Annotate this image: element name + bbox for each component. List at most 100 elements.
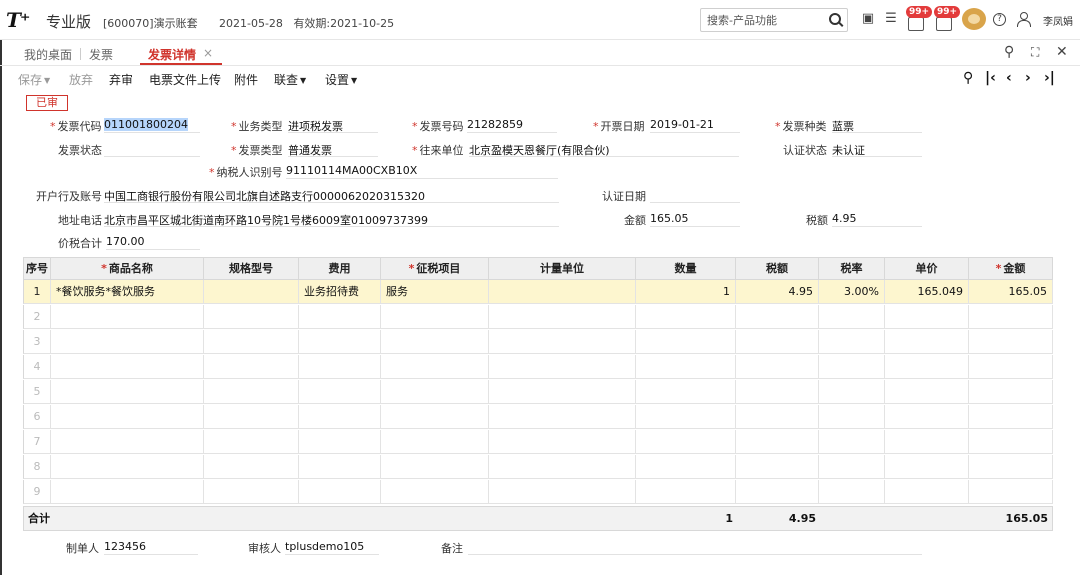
- cell-tax-rate[interactable]: [819, 305, 885, 329]
- cell-unit[interactable]: [489, 430, 636, 454]
- table-row[interactable]: 6: [23, 405, 1053, 429]
- biz-type-field[interactable]: 进项税发票: [288, 118, 378, 133]
- cell-qty[interactable]: [636, 405, 736, 429]
- table-row[interactable]: 9: [23, 480, 1053, 504]
- cell-tax[interactable]: [736, 480, 819, 504]
- cell-tax[interactable]: [736, 330, 819, 354]
- cell-tax-item[interactable]: [381, 430, 489, 454]
- invoice-status-field[interactable]: [104, 142, 200, 157]
- cell-seq[interactable]: 1: [24, 280, 51, 304]
- remark-field[interactable]: [468, 540, 922, 555]
- cell-qty[interactable]: [636, 305, 736, 329]
- cell-tax-item[interactable]: [381, 480, 489, 504]
- close-tab-icon[interactable]: ×: [203, 46, 213, 60]
- cell-product[interactable]: [51, 405, 204, 429]
- cell-product[interactable]: [51, 330, 204, 354]
- cell-unit[interactable]: [489, 305, 636, 329]
- table-row[interactable]: 7: [23, 430, 1053, 454]
- close-window-icon[interactable]: ✕: [1056, 44, 1068, 60]
- search-box[interactable]: [700, 8, 848, 32]
- cell-qty[interactable]: [636, 430, 736, 454]
- cell-unit[interactable]: [489, 455, 636, 479]
- cell-qty[interactable]: [636, 330, 736, 354]
- cell-tax-rate[interactable]: [819, 480, 885, 504]
- partner-field[interactable]: 北京盈模天恩餐厅(有限合伙): [469, 142, 739, 157]
- cell-expense[interactable]: [299, 305, 381, 329]
- column-header-unit-price[interactable]: 单价: [885, 258, 969, 281]
- cell-unit-price[interactable]: [885, 380, 969, 404]
- cell-expense[interactable]: 业务招待费: [299, 280, 381, 304]
- cell-unit-price[interactable]: [885, 305, 969, 329]
- query-button[interactable]: 联查 ▼: [274, 71, 306, 88]
- cell-product[interactable]: [51, 480, 204, 504]
- cell-product[interactable]: [51, 455, 204, 479]
- cell-unit-price[interactable]: [885, 455, 969, 479]
- cell-tax[interactable]: [736, 405, 819, 429]
- taxpayer-id-field[interactable]: 91110114MA00CXB10X: [286, 164, 558, 179]
- todo-icon[interactable]: 99+: [934, 6, 961, 34]
- column-header-unit[interactable]: 计量单位: [489, 258, 636, 281]
- cell-expense[interactable]: [299, 480, 381, 504]
- next-record-icon[interactable]: ›: [1025, 70, 1031, 86]
- discard-button[interactable]: 放弃: [69, 71, 93, 88]
- settings-button[interactable]: 设置 ▼: [325, 71, 357, 88]
- cell-tax-item[interactable]: [381, 355, 489, 379]
- invoice-no-field[interactable]: 21282859: [467, 118, 557, 133]
- cell-amount[interactable]: [969, 380, 1053, 404]
- first-record-icon[interactable]: |‹: [985, 70, 996, 86]
- cell-tax-rate[interactable]: [819, 355, 885, 379]
- cell-unit-price[interactable]: [885, 480, 969, 504]
- cell-seq[interactable]: 4: [24, 355, 51, 379]
- column-header-tax[interactable]: 税额: [736, 258, 819, 281]
- cell-unit[interactable]: [489, 405, 636, 429]
- cell-unit-price[interactable]: [885, 330, 969, 354]
- cell-unit-price[interactable]: [885, 430, 969, 454]
- cert-status-field[interactable]: 未认证: [832, 142, 922, 157]
- issue-date-field[interactable]: 2019-01-21: [650, 118, 740, 133]
- task-list-icon[interactable]: ☰: [884, 12, 898, 26]
- cell-expense[interactable]: [299, 355, 381, 379]
- cell-amount[interactable]: [969, 330, 1053, 354]
- table-row[interactable]: 4: [23, 355, 1053, 379]
- table-row[interactable]: 5: [23, 380, 1053, 404]
- column-header-amount[interactable]: * 金额: [969, 258, 1053, 281]
- bank-field[interactable]: 中国工商银行股份有限公司北旗自述路支行0000062020315320: [104, 188, 559, 203]
- tab-invoice-detail[interactable]: 发票详情: [148, 46, 196, 63]
- cell-tax[interactable]: [736, 305, 819, 329]
- cell-unit[interactable]: [489, 280, 636, 304]
- cell-tax-rate[interactable]: 3.00%: [819, 280, 885, 304]
- cell-expense[interactable]: [299, 330, 381, 354]
- column-header-product[interactable]: * 商品名称: [51, 258, 204, 281]
- cell-spec[interactable]: [204, 380, 299, 404]
- column-header-tax-rate[interactable]: 税率: [819, 258, 885, 281]
- attachment-button[interactable]: 附件: [234, 71, 258, 88]
- invoice-kind-field[interactable]: 蓝票: [832, 118, 922, 133]
- cell-tax-item[interactable]: [381, 305, 489, 329]
- column-header-tax-item[interactable]: * 征税项目: [381, 258, 489, 281]
- cell-expense[interactable]: [299, 380, 381, 404]
- cell-tax-rate[interactable]: [819, 430, 885, 454]
- locate-icon[interactable]: ⚲: [963, 70, 973, 86]
- cell-unit-price[interactable]: 165.049: [885, 280, 969, 304]
- tax-field[interactable]: 4.95: [832, 212, 922, 227]
- cell-qty[interactable]: [636, 455, 736, 479]
- table-row[interactable]: 1 *餐饮服务*餐饮服务 业务招待费 服务 1 4.95 3.00% 165.049 165.0…: [23, 280, 1053, 304]
- user-icon[interactable]: [1017, 12, 1031, 27]
- document-icon[interactable]: ▣: [861, 12, 875, 26]
- tab-desktop[interactable]: 我的桌面: [24, 46, 72, 63]
- cell-product[interactable]: [51, 430, 204, 454]
- cell-amount[interactable]: [969, 355, 1053, 379]
- fullscreen-icon[interactable]: ⛶: [1031, 45, 1039, 60]
- cell-tax-rate[interactable]: [819, 380, 885, 404]
- save-button[interactable]: 保存 ▼: [18, 71, 50, 88]
- address-field[interactable]: 北京市昌平区城北街道南环路10号院1号楼6009室01009737399: [104, 212, 559, 227]
- cell-seq[interactable]: 3: [24, 330, 51, 354]
- cell-seq[interactable]: 7: [24, 430, 51, 454]
- column-header-spec[interactable]: 规格型号: [204, 258, 299, 281]
- cell-unit-price[interactable]: [885, 405, 969, 429]
- cell-unit[interactable]: [489, 480, 636, 504]
- cell-qty[interactable]: [636, 355, 736, 379]
- search-input[interactable]: [707, 12, 817, 28]
- cell-amount[interactable]: [969, 405, 1053, 429]
- cell-spec[interactable]: [204, 305, 299, 329]
